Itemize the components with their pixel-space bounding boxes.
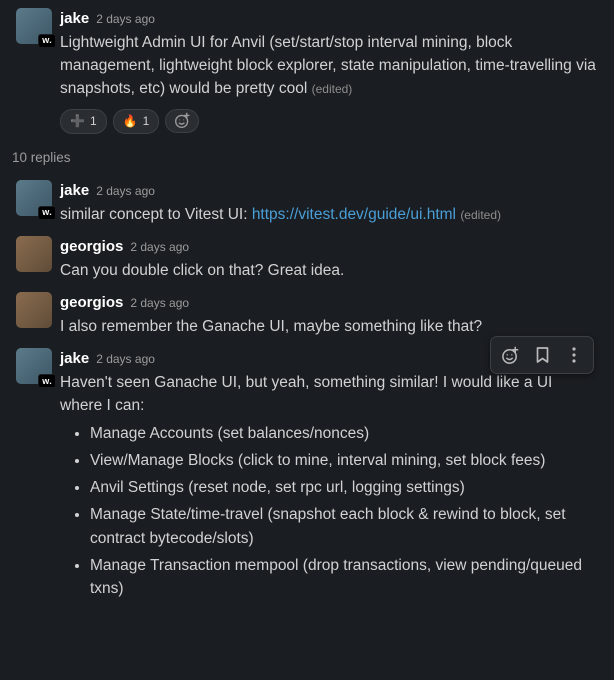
list-item: Manage Accounts (set balances/nonces) — [90, 422, 598, 445]
bookmark-icon — [534, 346, 551, 364]
reaction-count: 1 — [90, 113, 97, 131]
react-button[interactable] — [494, 340, 526, 370]
list-item: View/Manage Blocks (click to mine, inter… — [90, 449, 598, 472]
avatar[interactable]: ᴡ. — [16, 180, 52, 216]
edited-label: (edited) — [312, 82, 353, 96]
message-hover-toolbar — [490, 336, 594, 374]
emoji-add-icon — [174, 112, 191, 129]
message-body: Lightweight Admin UI for Anvil (set/star… — [60, 31, 598, 101]
list-item: Manage State/time-travel (snapshot each … — [90, 503, 598, 550]
reaction-plus[interactable]: ➕ 1 — [60, 109, 107, 135]
message-body: I also remember the Ganache UI, maybe so… — [60, 315, 598, 338]
message-body: Haven't seen Ganache UI, but yeah, somet… — [60, 371, 598, 600]
edited-label: (edited) — [460, 208, 501, 222]
reactions-bar: ➕ 1 🔥 1 — [60, 109, 598, 135]
message-body: Can you double click on that? Great idea… — [60, 259, 598, 282]
reply-message: ᴡ. jake 2 days ago similar concept to Vi… — [0, 174, 614, 230]
avatar[interactable] — [16, 292, 52, 328]
avatar[interactable] — [16, 236, 52, 272]
main-message: ᴡ. jake 2 days ago Lightweight Admin UI … — [0, 0, 614, 138]
avatar[interactable]: ᴡ. — [16, 8, 52, 44]
avatar-badge: ᴡ. — [38, 206, 56, 220]
timestamp: 2 days ago — [130, 239, 189, 257]
timestamp: 2 days ago — [96, 183, 155, 201]
author-name[interactable]: jake — [60, 348, 89, 370]
kebab-icon — [572, 347, 576, 363]
reply-message: ᴡ. jake 2 days ago Haven't seen Ganache … — [0, 342, 614, 608]
timestamp: 2 days ago — [96, 11, 155, 29]
plus-icon: ➕ — [70, 113, 85, 131]
message-body: similar concept to Vitest UI: https://vi… — [60, 203, 598, 226]
replies-count: 10 replies — [0, 138, 614, 174]
reaction-count: 1 — [143, 113, 150, 131]
reaction-fire[interactable]: 🔥 1 — [113, 109, 160, 135]
timestamp: 2 days ago — [130, 295, 189, 313]
author-name[interactable]: georgios — [60, 292, 123, 314]
add-reaction-button[interactable] — [165, 109, 199, 133]
reply-message: georgios 2 days ago Can you double click… — [0, 230, 614, 286]
reply-message: georgios 2 days ago I also remember the … — [0, 286, 614, 342]
more-actions-button[interactable] — [558, 340, 590, 370]
list-item: Anvil Settings (reset node, set rpc url,… — [90, 476, 598, 499]
fire-icon: 🔥 — [123, 113, 138, 131]
bookmark-button[interactable] — [526, 340, 558, 370]
timestamp: 2 days ago — [96, 351, 155, 369]
emoji-add-icon — [501, 346, 520, 365]
author-name[interactable]: georgios — [60, 236, 123, 258]
author-name[interactable]: jake — [60, 8, 89, 30]
avatar[interactable]: ᴡ. — [16, 348, 52, 384]
bullet-list: Manage Accounts (set balances/nonces) Vi… — [60, 422, 598, 601]
author-name[interactable]: jake — [60, 180, 89, 202]
avatar-badge: ᴡ. — [38, 34, 56, 48]
avatar-badge: ᴡ. — [38, 374, 56, 388]
list-item: Manage Transaction mempool (drop transac… — [90, 554, 598, 601]
link[interactable]: https://vitest.dev/guide/ui.html — [252, 206, 456, 223]
